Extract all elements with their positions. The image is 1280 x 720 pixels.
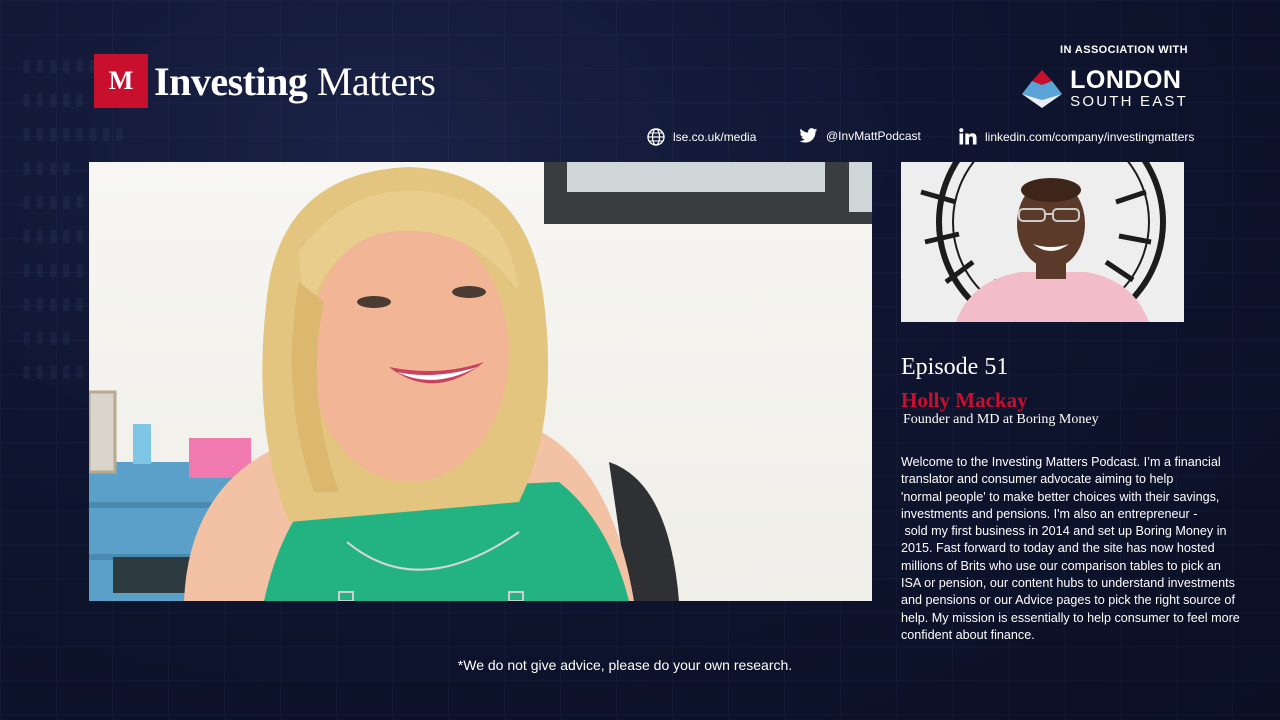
guest-name: Holly Mackay <box>901 388 1028 412</box>
brand-name-bold: Investing <box>154 58 308 104</box>
logo-mark: M <box>94 54 148 108</box>
guest-role: Founder and MD at Boring Money <box>903 412 1099 427</box>
episode-title: Episode 51 <box>901 354 1009 380</box>
association-label: IN ASSOCIATION WITH <box>1060 44 1188 56</box>
bio-line: investments and pensions. I'm also an en… <box>901 506 1198 521</box>
bio-line: 2015. Fast forward to today and the site… <box>901 541 1215 556</box>
bio-line: help. My mission is essentially to help … <box>901 610 1240 625</box>
twitter-icon <box>799 128 818 143</box>
website-link[interactable]: lse.co.uk/media <box>647 128 756 146</box>
partner-name: LONDON SOUTH EAST <box>1070 66 1188 111</box>
bio-line: sold my first business in 2014 and set u… <box>901 524 1227 539</box>
partner-logo-icon <box>1022 70 1063 108</box>
guest-video-frame <box>89 162 872 601</box>
association-block: IN ASSOCIATION WITH LONDON SOUTH EAST <box>1020 44 1188 110</box>
twitter-text: @InvMattPodcast <box>826 129 921 143</box>
brand-name: Investing Matters <box>154 58 436 105</box>
bio-line: 'normal people' to make better choices w… <box>901 489 1220 504</box>
host-video-frame <box>901 162 1184 322</box>
investing-matters-logo: M Investing Matters <box>94 54 436 108</box>
bio-line: ISA or pension, our content hubs to unde… <box>901 576 1235 591</box>
bio-line: Welcome to the Investing Matters Podcast… <box>901 455 1221 469</box>
bio-line: and pensions or our Advice pages to pick… <box>901 593 1235 608</box>
partner-logo: LONDON SOUTH EAST <box>1020 68 1188 110</box>
main-video-feed <box>89 162 872 601</box>
website-text: lse.co.uk/media <box>673 130 757 144</box>
bio-line: translator and consumer advocate aiming … <box>901 472 1174 487</box>
host-video-feed <box>901 162 1184 322</box>
linkedin-text: linkedin.com/company/investingmatters <box>985 129 1195 144</box>
bio-line: confident about finance. <box>901 627 1035 642</box>
linkedin-link[interactable]: linkedin.com/company/investingmatters <box>959 128 1194 145</box>
disclaimer: *We do not give advice, please do your o… <box>457 657 793 673</box>
bio-line: millions of Brits who use our comparison… <box>901 558 1221 573</box>
guest-bio: Welcome to the Investing Matters Podcast… <box>901 454 1257 644</box>
linkedin-icon <box>959 128 977 145</box>
brand-name-regular: Matters <box>316 58 436 104</box>
globe-icon <box>647 128 665 146</box>
twitter-link[interactable]: @InvMattPodcast <box>799 128 921 144</box>
partner-name-line2: SOUTH EAST <box>1070 93 1188 110</box>
partner-name-line1: LONDON <box>1070 66 1182 94</box>
